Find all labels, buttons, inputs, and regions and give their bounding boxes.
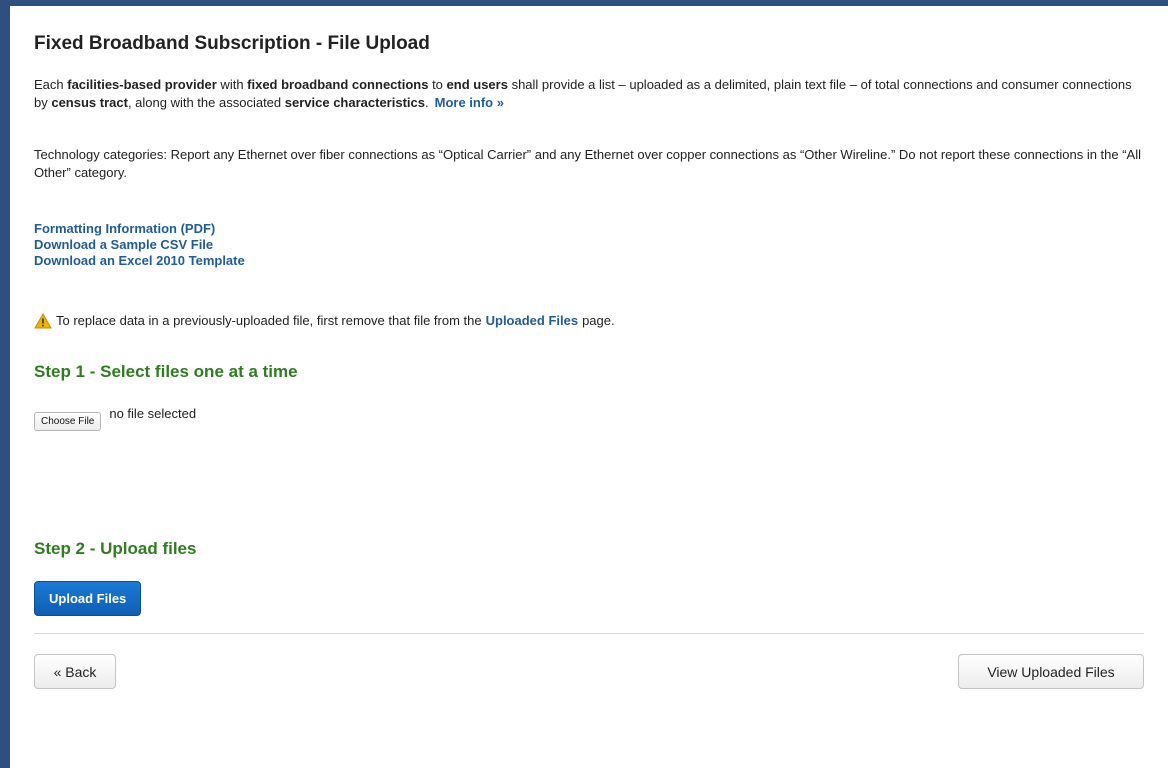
resource-links: Formatting Information (PDF) Download a … [34,221,245,269]
warning-text-after: page. [582,313,615,328]
footer-divider [34,633,1144,634]
intro-bold-4: census tract [51,95,128,110]
technology-note: Technology categories: Report any Ethern… [34,147,1142,180]
intro-bold-2: fixed broadband connections [247,77,429,92]
formatting-info-link[interactable]: Formatting Information (PDF) [34,221,245,237]
main-content: Fixed Broadband Subscription - File Uplo… [34,30,1144,689]
step1-heading: Step 1 - Select files one at a time [34,362,298,381]
view-uploaded-files-button[interactable]: View Uploaded Files [958,654,1144,689]
choose-file-button[interactable]: Choose File [34,412,102,431]
uploaded-files-link[interactable]: Uploaded Files [486,312,578,330]
intro-bold-5: service characteristics [284,95,425,110]
sample-csv-link[interactable]: Download a Sample CSV File [34,237,245,253]
file-selection-status: no file selected [109,406,197,421]
frame-left-border [0,0,10,768]
intro-text-6: . [424,95,429,110]
intro-text-5: , along with the associated [127,95,285,110]
excel-template-link[interactable]: Download an Excel 2010 Template [34,253,245,269]
replace-data-warning: To replace data in a previously-uploaded… [34,312,615,330]
back-button[interactable]: « Back [34,654,116,689]
frame-top-border [0,0,1168,6]
intro-text-2: with [216,77,248,92]
intro-text-1: Each [34,77,68,92]
warning-icon [34,312,52,329]
file-picker: Choose File no file selected [34,404,196,431]
intro-bold-1: facilities-based provider [67,77,217,92]
intro-bold-3: end users [446,77,508,92]
intro-paragraph: Each facilities-based provider with fixe… [34,76,1142,112]
step2-heading: Step 2 - Upload files [34,539,197,558]
intro-text-3: to [428,77,447,92]
warning-text-before: To replace data in a previously-uploaded… [56,313,482,328]
upload-files-button[interactable]: Upload Files [34,581,142,616]
page-title: Fixed Broadband Subscription - File Uplo… [34,33,430,54]
more-info-link[interactable]: More info » [435,95,504,110]
